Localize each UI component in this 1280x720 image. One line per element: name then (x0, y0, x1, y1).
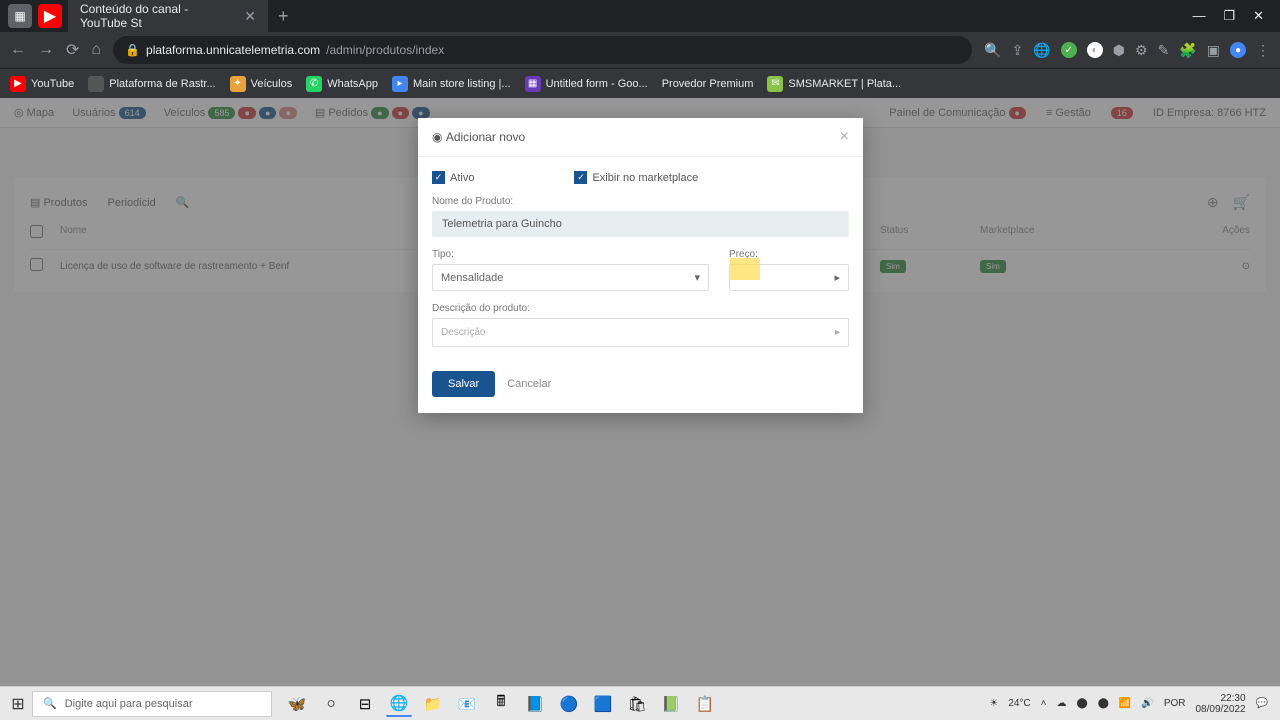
check-icon: ✓ (432, 171, 445, 184)
chrome-icon[interactable]: 🌐 (386, 691, 412, 717)
search-icon[interactable]: 🔍 (984, 42, 1001, 59)
clock[interactable]: 22:30 08/09/2022 (1195, 693, 1245, 715)
ext-icon-5[interactable]: ✎ (1158, 42, 1170, 59)
onedrive-icon[interactable]: ☁ (1057, 698, 1067, 709)
mail-icon[interactable]: 📧 (454, 691, 480, 717)
ext-icon-4[interactable]: ⚙ (1135, 42, 1148, 59)
start-button[interactable]: ⊞ (4, 690, 32, 718)
modal-close-button[interactable]: × (840, 128, 849, 146)
lock-icon: 🔒 (125, 43, 140, 57)
forward-button[interactable]: → (38, 41, 54, 59)
label-descricao: Descrição do produto: (432, 303, 849, 314)
app-icon-2[interactable]: 🟦 (590, 691, 616, 717)
profile-icon[interactable]: ● (1230, 42, 1246, 58)
wifi-icon[interactable]: 📶 (1119, 698, 1131, 709)
bookmark-store[interactable]: ▸Main store listing |... (392, 76, 511, 92)
app-icon-1[interactable]: 🦋 (284, 691, 310, 717)
search-icon: 🔍 (43, 697, 57, 710)
volume-icon[interactable]: 🔊 (1141, 698, 1153, 709)
app-icon-3[interactable]: 📋 (692, 691, 718, 717)
taskbar-search[interactable]: 🔍 Digite aqui para pesquisar (32, 691, 272, 717)
ext-icon-1[interactable]: ✓ (1061, 42, 1077, 58)
modal-icon: ◉ (432, 130, 442, 144)
input-nome[interactable] (432, 211, 849, 237)
store-icon[interactable]: 🛍 (624, 691, 650, 717)
word-icon[interactable]: 📘 (522, 691, 548, 717)
address-bar[interactable]: 🔒 plataforma.unnicatelemetria.com/admin/… (113, 36, 972, 64)
bookmark-sms[interactable]: ✉SMSMARKET | Plata... (767, 76, 901, 92)
input-descricao[interactable]: Descrição ▸ (432, 318, 849, 347)
windows-taskbar: ⊞ 🔍 Digite aqui para pesquisar 🦋 ○ ⊟ 🌐 📁… (0, 686, 1280, 720)
check-icon: ✓ (574, 171, 587, 184)
save-button[interactable]: Salvar (432, 371, 495, 397)
label-preco: Preço: (729, 249, 849, 260)
minimize-button[interactable]: — (1192, 8, 1205, 24)
new-tab-button[interactable]: + (270, 6, 297, 27)
stepper-icon[interactable]: ▸ (834, 271, 840, 284)
cortana-icon[interactable]: ○ (318, 691, 344, 717)
calculator-icon[interactable]: 🖩 (488, 691, 514, 717)
tab-strip: ▦ ▶ Conteúdo do canal - YouTube St ✕ + (8, 0, 297, 32)
temperature[interactable]: 24°C (1008, 698, 1030, 709)
add-product-modal: ◉ Adicionar novo × ✓ Ativo ✓ Exibir no m… (418, 118, 863, 413)
chevron-down-icon: ▾ (694, 271, 700, 284)
ext-icon-2[interactable]: ◐ (1087, 42, 1103, 58)
url-path: /admin/produtos/index (326, 43, 444, 57)
app-icon[interactable]: ▦ (8, 4, 32, 28)
checkbox-ativo[interactable]: ✓ Ativo (432, 171, 474, 184)
home-button[interactable]: ⌂ (91, 41, 101, 59)
close-window-button[interactable]: ✕ (1253, 8, 1264, 24)
browser-toolbar: ← → ⟳ ⌂ 🔒 plataforma.unnicatelemetria.co… (0, 32, 1280, 68)
bookmarks-bar: ▶YouTube Plataforma de Rastr... ✦Veículo… (0, 68, 1280, 98)
tray-icon-2[interactable]: ⬤ (1098, 698, 1109, 709)
reading-list-icon[interactable]: ▣ (1207, 42, 1220, 59)
back-button[interactable]: ← (10, 41, 26, 59)
excel-icon[interactable]: 📗 (658, 691, 684, 717)
notifications-icon[interactable]: 💬 (1256, 698, 1268, 709)
tray-chevron-icon[interactable]: ˄ (1041, 698, 1047, 709)
expand-icon[interactable]: ▸ (835, 327, 840, 338)
extension-icons: 🔍 ⇪ 🌐 ✓ ◐ ⬢ ⚙ ✎ 🧩 ▣ ● ⋮ (984, 42, 1270, 59)
translate-icon[interactable]: 🌐 (1033, 42, 1050, 59)
share-icon[interactable]: ⇪ (1012, 42, 1024, 59)
weather-icon[interactable]: ☀ (989, 698, 998, 709)
menu-icon[interactable]: ⋮ (1256, 42, 1270, 59)
label-tipo: Tipo: (432, 249, 709, 260)
explorer-icon[interactable]: 📁 (420, 691, 446, 717)
input-preco[interactable]: ▸ (729, 264, 849, 291)
tab-title: Conteúdo do canal - YouTube St (80, 2, 238, 30)
bookmark-youtube[interactable]: ▶YouTube (10, 76, 74, 92)
taskview-icon[interactable]: ⊟ (352, 691, 378, 717)
bookmark-provedor[interactable]: Provedor Premium (662, 78, 754, 90)
bookmark-form[interactable]: ▦Untitled form - Goo... (525, 76, 648, 92)
checkbox-exibir[interactable]: ✓ Exibir no marketplace (574, 171, 698, 184)
ext-icon-3[interactable]: ⬢ (1113, 42, 1125, 59)
modal-header: ◉ Adicionar novo × (418, 118, 863, 157)
select-tipo[interactable]: Mensalidade ▾ (432, 264, 709, 291)
modal-title: Adicionar novo (446, 130, 525, 144)
url-domain: plataforma.unnicatelemetria.com (146, 43, 320, 57)
window-controls: — ❐ ✕ (1192, 8, 1272, 24)
tab-close-icon[interactable]: ✕ (244, 8, 256, 25)
youtube-tab-icon[interactable]: ▶ (38, 4, 62, 28)
maximize-button[interactable]: ❐ (1223, 8, 1235, 24)
bookmark-veiculos[interactable]: ✦Veículos (230, 76, 293, 92)
system-tray: ☀ 24°C ˄ ☁ ⬤ ⬤ 📶 🔊 POR 22:30 08/09/2022 … (989, 693, 1276, 715)
cancel-button[interactable]: Cancelar (507, 371, 551, 397)
extensions-icon[interactable]: 🧩 (1179, 42, 1196, 59)
bookmark-plataforma[interactable]: Plataforma de Rastr... (88, 76, 215, 92)
reload-button[interactable]: ⟳ (66, 40, 79, 60)
browser-tab[interactable]: Conteúdo do canal - YouTube St ✕ (68, 0, 268, 36)
bookmark-whatsapp[interactable]: ✆WhatsApp (306, 76, 378, 92)
label-nome: Nome do Produto: (432, 196, 849, 207)
teamviewer-icon[interactable]: 🔵 (556, 691, 582, 717)
browser-titlebar: ▦ ▶ Conteúdo do canal - YouTube St ✕ + —… (0, 0, 1280, 32)
tray-icon-1[interactable]: ⬤ (1077, 698, 1088, 709)
language-icon[interactable]: POR (1164, 698, 1186, 709)
